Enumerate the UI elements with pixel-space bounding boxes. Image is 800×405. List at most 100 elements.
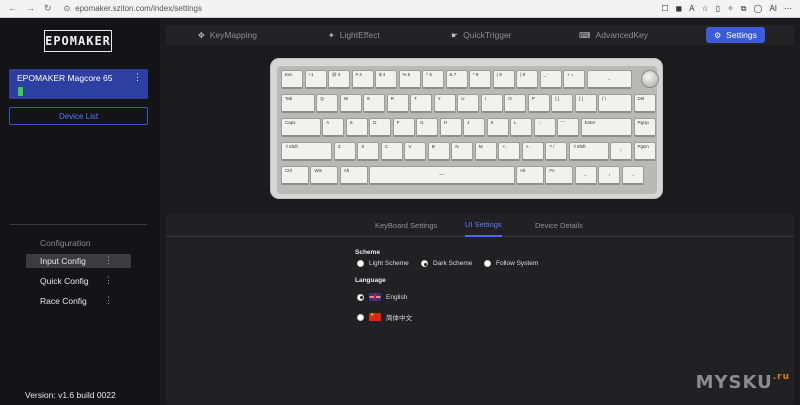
key-x: X: [357, 142, 380, 161]
config-item-label: Race Config: [40, 296, 87, 306]
volume-knob[interactable]: [641, 70, 659, 88]
bookmark-icon[interactable]: ☐: [661, 4, 668, 14]
key-o: O: [504, 94, 527, 113]
collections-icon[interactable]: ⧉: [741, 4, 747, 14]
tab-label: Settings: [726, 30, 757, 40]
radio-english[interactable]: English: [357, 293, 407, 301]
tab-label: KeyMapping: [209, 30, 257, 40]
config-item-label: Quick Config: [40, 276, 89, 286]
tab-keymapping[interactable]: ✥ KeyMapping: [198, 25, 257, 45]
radio-follow-system[interactable]: Follow System: [484, 260, 538, 267]
ai-assistant-button[interactable]: AI: [769, 4, 777, 14]
key-pgup: PgUp: [633, 118, 656, 137]
watermark-text: MYSKU: [695, 372, 773, 393]
key-@-2: @ 2: [328, 70, 350, 89]
key-_--: _ -: [539, 70, 562, 89]
key-del: Del: [633, 94, 656, 113]
forward-icon[interactable]: →: [26, 3, 35, 14]
key-u: U: [457, 94, 480, 113]
tab-settings[interactable]: ⚙ Settings: [706, 27, 765, 43]
more-icon[interactable]: ⋯: [784, 4, 792, 14]
key-t: T: [410, 94, 433, 113]
keyboard-icon: ⌨: [579, 30, 591, 40]
more-vertical-icon[interactable]: ⋮: [104, 255, 113, 266]
key-&-7: & 7: [445, 70, 468, 89]
address-bar[interactable]: ⊙ epomaker.sziton.com/index/settings: [64, 4, 202, 13]
epomaker-logo: EPOMAKER: [44, 30, 112, 52]
reload-icon[interactable]: ↻: [44, 3, 52, 14]
site-info-icon[interactable]: ⊙: [64, 4, 71, 13]
key-v: V: [404, 142, 427, 161]
config-title: Configuration: [40, 238, 91, 248]
more-vertical-icon[interactable]: ⋮: [104, 275, 113, 286]
browser-toolbar: ← → ↻ ⊙ epomaker.sziton.com/index/settin…: [0, 0, 800, 18]
tab-lighteffect[interactable]: ✦ LightEffect: [328, 25, 380, 45]
key-⇧shift: ⇧Shift: [568, 142, 609, 161]
key-caps: Caps: [281, 118, 321, 137]
radio-label: English: [386, 293, 408, 301]
keyboard-plate: Esc! 1 @ 2 # 3 $ 4% 5 ^ 6 & 7 * 8( 9) 0 _ - + = ←…: [277, 66, 659, 194]
config-item-quick[interactable]: Quick Config ⋮: [26, 274, 131, 288]
key->-.: > .: [521, 142, 544, 161]
key-|-\: | \: [598, 94, 632, 113]
keyboard-image: Esc! 1 @ 2 # 3 $ 4% 5 ^ 6 & 7 * 8( 9) 0 _ - + = ←…: [270, 58, 663, 199]
battery-icon: [18, 87, 23, 96]
tab-advancedkey[interactable]: ⌨ AdvancedKey: [579, 25, 648, 45]
watermark: MYSKU.ru: [696, 372, 790, 393]
key-:-;: : ;: [533, 118, 556, 137]
radio-button[interactable]: [357, 260, 364, 267]
watermark-suffix: .ru: [772, 372, 790, 382]
tab-label: QuickTrigger: [463, 30, 512, 40]
key-(-9: ( 9: [492, 70, 515, 89]
key-h: H: [439, 118, 462, 137]
trigger-icon: ☛: [451, 30, 459, 40]
radio-label: 简体中文: [386, 315, 412, 322]
extensions-icon[interactable]: ✧: [727, 4, 734, 14]
config-item-input[interactable]: Input Config ⋮: [26, 254, 131, 268]
tab-quicktrigger[interactable]: ☛ QuickTrigger: [451, 25, 512, 45]
key-pgdn: PgDn: [633, 142, 656, 161]
star-icon[interactable]: ☆: [701, 4, 708, 14]
gear-icon: ⚙: [714, 30, 722, 40]
radio-light-scheme[interactable]: Light Scheme: [357, 260, 409, 267]
key-c: C: [380, 142, 403, 161]
shield-icon[interactable]: ◼: [676, 4, 683, 14]
key-q: Q: [316, 94, 339, 113]
key-b: B: [427, 142, 450, 161]
back-icon[interactable]: ←: [8, 3, 17, 14]
config-item-race[interactable]: Race Config ⋮: [26, 294, 131, 308]
sidebar: EPOMAKER EPOMAKER Magcore 65 ⋮ Device Li…: [0, 18, 160, 405]
device-card[interactable]: EPOMAKER Magcore 65 ⋮: [9, 69, 148, 99]
china-flag-icon: [369, 313, 381, 321]
radio-chinese[interactable]: 简体中文: [357, 312, 412, 322]
profile-icon[interactable]: ◯: [753, 4, 762, 14]
split-screen-icon[interactable]: ▯: [716, 4, 720, 14]
key-f: F: [392, 118, 415, 137]
main-tabs: ✥ KeyMapping ✦ LightEffect ☛ QuickTrigge…: [166, 25, 794, 45]
radio-button[interactable]: [357, 313, 364, 321]
key-n: N: [451, 142, 474, 161]
translate-icon[interactable]: A: [689, 4, 694, 14]
radio-dark-scheme[interactable]: Dark Scheme: [421, 260, 472, 267]
more-vertical-icon[interactable]: ⋮: [104, 295, 113, 306]
key-g: G: [416, 118, 439, 137]
key-z: Z: [333, 142, 356, 161]
radio-label: Light Scheme: [369, 260, 409, 267]
radio-button[interactable]: [484, 260, 491, 267]
key-y: Y: [433, 94, 456, 113]
key-<-,: < ,: [498, 142, 521, 161]
key-tab: Tab: [281, 94, 315, 113]
config-item-label: Input Config: [40, 256, 86, 266]
subtab-keyboard-settings[interactable]: KeyBoard Settings: [375, 214, 437, 237]
key-}-]: } ]: [574, 94, 597, 113]
subtab-ui-settings[interactable]: UI Settings: [465, 214, 502, 237]
key-—: —: [369, 166, 515, 185]
radio-button[interactable]: [421, 260, 428, 267]
divider: [10, 224, 147, 225]
device-list-button[interactable]: Device List: [9, 107, 148, 125]
radio-button[interactable]: [357, 293, 364, 301]
key-ctrl: Ctrl: [281, 166, 309, 185]
more-vertical-icon[interactable]: ⋮: [133, 72, 142, 83]
key-fn: Fn: [545, 166, 574, 185]
subtab-device-details[interactable]: Device Details: [535, 214, 583, 237]
